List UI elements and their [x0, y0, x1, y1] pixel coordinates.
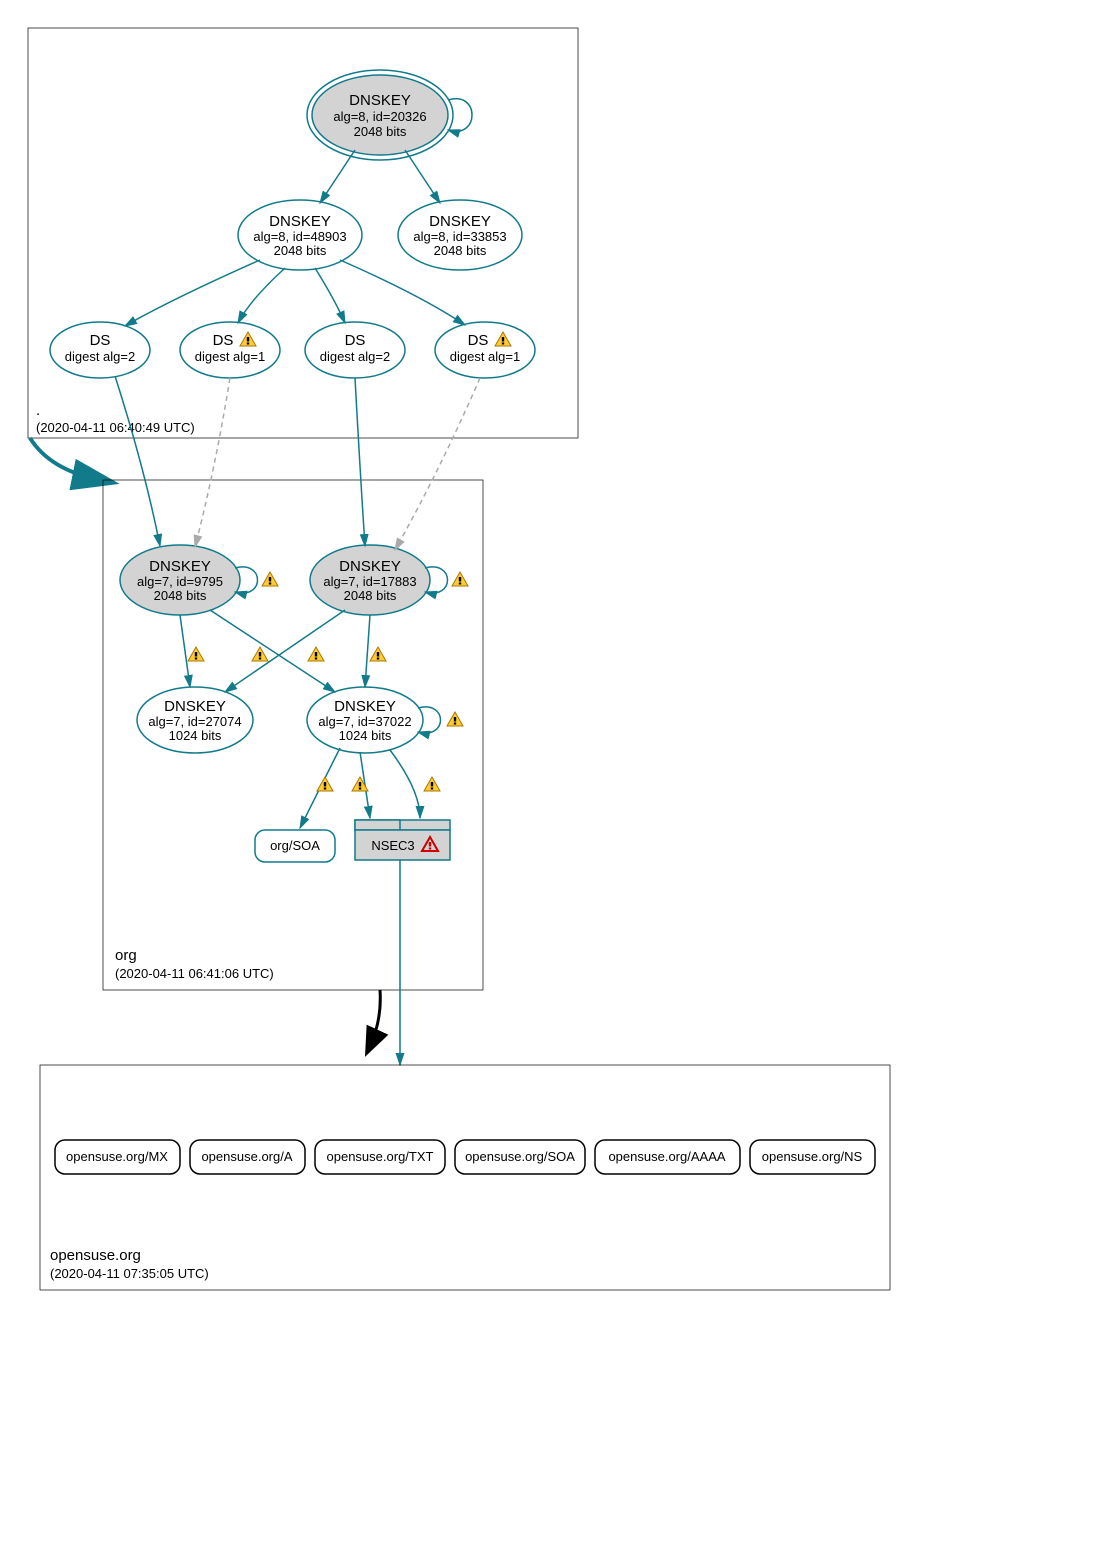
warning-icon [252, 647, 268, 661]
edge-org-to-opensuse [370, 990, 380, 1046]
warning-icon [317, 777, 333, 791]
node-org-k2[interactable]: DNSKEY alg=7, id=17883 2048 bits [310, 545, 430, 615]
svg-text:DNSKEY: DNSKEY [339, 558, 401, 575]
svg-text:NSEC3: NSEC3 [371, 838, 414, 853]
svg-text:DNSKEY: DNSKEY [149, 558, 211, 575]
warning-icon [308, 647, 324, 661]
warning-icon [262, 572, 278, 586]
zone-org-label: org [115, 947, 137, 964]
svg-text:DS: DS [213, 332, 234, 349]
warning-icon [452, 572, 468, 586]
svg-text:DS: DS [345, 332, 366, 349]
edge [315, 268, 345, 323]
svg-text:alg=7, id=9795: alg=7, id=9795 [137, 574, 223, 589]
record-aaaa[interactable]: opensuse.org/AAAA [595, 1140, 740, 1174]
edge [405, 150, 440, 203]
zone-opensuse [40, 1065, 890, 1290]
svg-text:1024 bits: 1024 bits [339, 728, 392, 743]
node-root-ksk[interactable]: DNSKEY alg=8, id=20326 2048 bits [307, 70, 453, 160]
svg-text:opensuse.org/SOA: opensuse.org/SOA [465, 1149, 575, 1164]
svg-text:DS: DS [90, 332, 111, 349]
edge [238, 268, 285, 323]
svg-text:alg=8, id=33853: alg=8, id=33853 [413, 229, 506, 244]
node-org-k4[interactable]: DNSKEY alg=7, id=37022 1024 bits [307, 687, 423, 753]
svg-text:digest alg=1: digest alg=1 [195, 349, 265, 364]
svg-text:opensuse.org/TXT: opensuse.org/TXT [327, 1149, 434, 1164]
svg-text:2048 bits: 2048 bits [434, 243, 487, 258]
svg-text:DNSKEY: DNSKEY [164, 698, 226, 715]
svg-text:opensuse.org/A: opensuse.org/A [201, 1149, 292, 1164]
edge-dashed [195, 378, 230, 547]
svg-text:1024 bits: 1024 bits [169, 728, 222, 743]
zone-opensuse-timestamp: (2020-04-11 07:35:05 UTC) [50, 1266, 209, 1281]
svg-text:digest alg=1: digest alg=1 [450, 349, 520, 364]
node-org-k3[interactable]: DNSKEY alg=7, id=27074 1024 bits [137, 687, 253, 753]
node-org-soa[interactable]: org/SOA [255, 830, 335, 862]
svg-text:2048 bits: 2048 bits [344, 588, 397, 603]
svg-text:DS: DS [468, 332, 489, 349]
node-ds3[interactable]: DS digest alg=2 [305, 322, 405, 378]
record-a[interactable]: opensuse.org/A [190, 1140, 305, 1174]
record-ns[interactable]: opensuse.org/NS [750, 1140, 875, 1174]
svg-text:2048 bits: 2048 bits [274, 243, 327, 258]
edge [390, 750, 420, 818]
svg-text:alg=7, id=37022: alg=7, id=37022 [318, 714, 411, 729]
svg-text:DNSKEY: DNSKEY [349, 92, 411, 109]
svg-text:opensuse.org/NS: opensuse.org/NS [762, 1149, 863, 1164]
zone-root-timestamp: (2020-04-11 06:40:49 UTC) [36, 420, 195, 435]
svg-text:DNSKEY: DNSKEY [334, 698, 396, 715]
edge [180, 615, 190, 687]
svg-text:2048 bits: 2048 bits [154, 588, 207, 603]
warning-icon [447, 712, 463, 726]
node-root-zsk2[interactable]: DNSKEY alg=8, id=33853 2048 bits [398, 200, 522, 270]
warning-icon [424, 777, 440, 791]
edge [365, 615, 370, 687]
edge-dashed [395, 378, 480, 550]
svg-text:alg=7, id=27074: alg=7, id=27074 [148, 714, 241, 729]
node-org-k1[interactable]: DNSKEY alg=7, id=9795 2048 bits [120, 545, 240, 615]
node-ds4[interactable]: DS digest alg=1 [435, 322, 535, 378]
warning-icon [370, 647, 386, 661]
svg-text:opensuse.org/AAAA: opensuse.org/AAAA [608, 1149, 725, 1164]
zone-org-timestamp: (2020-04-11 06:41:06 UTC) [115, 966, 274, 981]
node-ds1[interactable]: DS digest alg=2 [50, 322, 150, 378]
svg-text:2048 bits: 2048 bits [354, 124, 407, 139]
zone-root-label: . [36, 402, 40, 419]
svg-text:alg=8, id=20326: alg=8, id=20326 [333, 109, 426, 124]
svg-text:org/SOA: org/SOA [270, 838, 320, 853]
svg-text:digest alg=2: digest alg=2 [65, 349, 135, 364]
warning-icon [188, 647, 204, 661]
node-ds2[interactable]: DS digest alg=1 [180, 322, 280, 378]
record-soa[interactable]: opensuse.org/SOA [455, 1140, 585, 1174]
svg-text:DNSKEY: DNSKEY [429, 213, 491, 230]
edge [355, 378, 365, 546]
edge [320, 150, 355, 203]
svg-text:digest alg=2: digest alg=2 [320, 349, 390, 364]
zone-opensuse-label: opensuse.org [50, 1247, 141, 1264]
edge [125, 260, 260, 326]
edge-self-rootksk [448, 99, 472, 132]
edge [225, 610, 345, 692]
svg-text:alg=7, id=17883: alg=7, id=17883 [323, 574, 416, 589]
svg-text:alg=8, id=48903: alg=8, id=48903 [253, 229, 346, 244]
svg-text:opensuse.org/MX: opensuse.org/MX [66, 1149, 168, 1164]
dnssec-diagram: . (2020-04-11 06:40:49 UTC) DNSKEY alg=8… [20, 20, 1070, 1500]
edge [115, 376, 160, 546]
node-root-zsk1[interactable]: DNSKEY alg=8, id=48903 2048 bits [238, 200, 362, 270]
svg-text:DNSKEY: DNSKEY [269, 213, 331, 230]
record-mx[interactable]: opensuse.org/MX [55, 1140, 180, 1174]
record-txt[interactable]: opensuse.org/TXT [315, 1140, 445, 1174]
edge-root-to-org [30, 438, 100, 480]
node-nsec3[interactable]: NSEC3 [355, 820, 450, 860]
